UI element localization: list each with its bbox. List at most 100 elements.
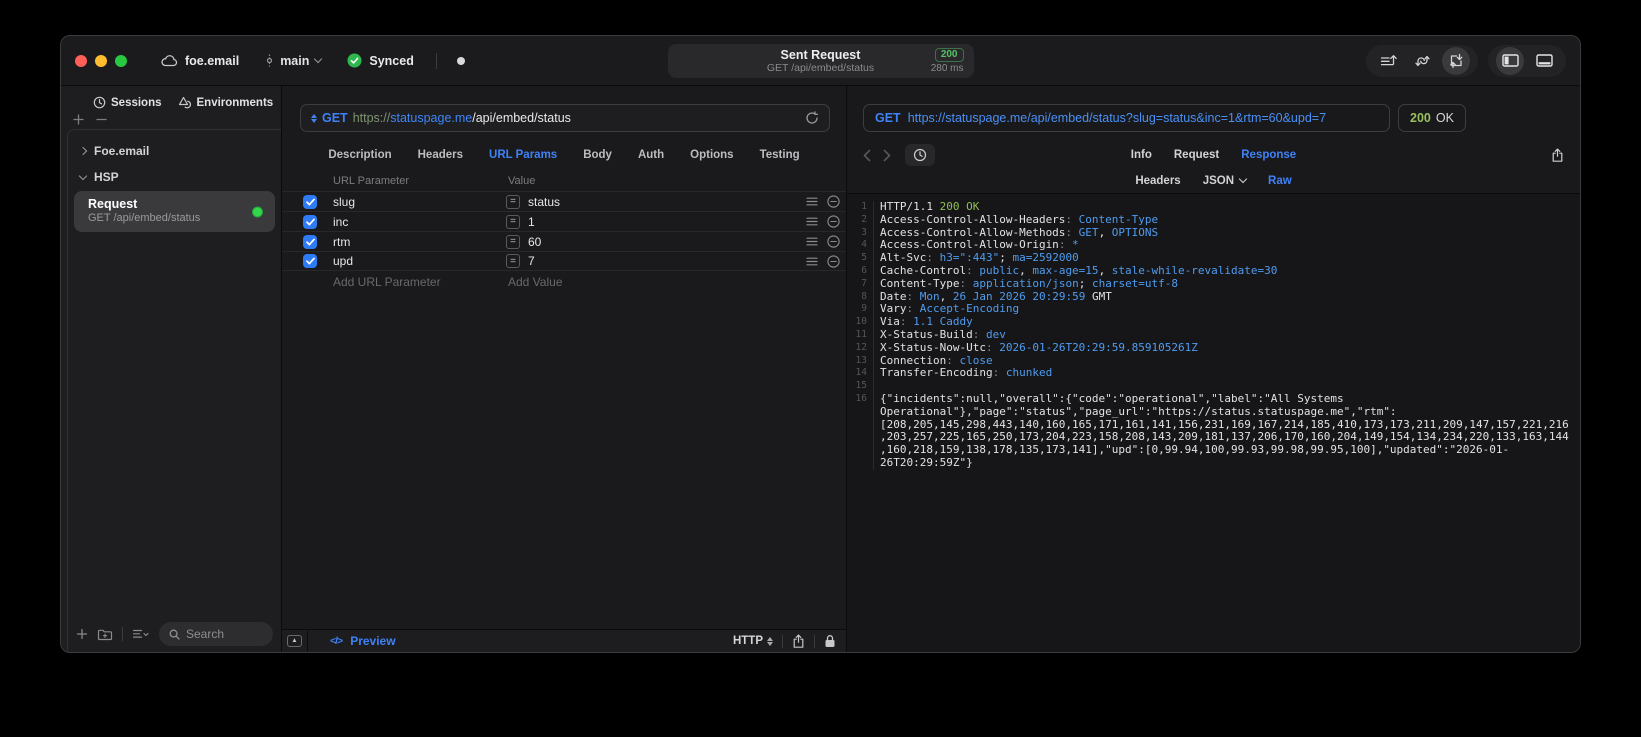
response-history-button[interactable] (905, 144, 935, 166)
import-loop-icon (1448, 53, 1464, 69)
sidebar-request-item-selected[interactable]: Request GET /api/embed/status (74, 191, 275, 232)
param-row[interactable]: slug = status (282, 191, 846, 211)
footer-divider (814, 634, 815, 648)
param-name[interactable]: inc (333, 215, 506, 229)
add-value-placeholder[interactable]: Add Value (508, 275, 563, 289)
import-export-button[interactable] (1442, 46, 1470, 75)
param-name[interactable]: upd (333, 254, 506, 268)
sidebar-bottom-divider (122, 627, 123, 641)
tab-url-params[interactable]: URL Params (489, 149, 557, 161)
code-line: 16 {"incidents":null,"overall":{"code":"o… (847, 392, 1580, 470)
reorder-handle-icon[interactable] (806, 257, 818, 266)
protocol-stepper-icon (767, 636, 773, 646)
response-body-viewer[interactable]: 1 HTTP/1.1 200 OK 2 Access-Control-Allow-He… (847, 193, 1580, 652)
sync-swap-button[interactable] (1408, 47, 1436, 75)
zoom-window-button[interactable] (115, 54, 127, 67)
tab-body[interactable]: Body (583, 149, 612, 161)
param-value[interactable]: 7 (528, 254, 535, 268)
tab-request[interactable]: Request (1174, 149, 1219, 161)
param-enabled-checkbox[interactable] (303, 254, 317, 268)
param-enabled-checkbox[interactable] (303, 194, 317, 209)
tab-sessions[interactable]: Sessions (93, 96, 162, 109)
tree-group-foe-email[interactable]: Foe.email (68, 138, 281, 164)
remove-param-button[interactable] (827, 254, 840, 268)
lock-icon[interactable] (824, 634, 836, 648)
search-input[interactable]: Search (159, 622, 273, 646)
tab-options[interactable]: Options (690, 149, 733, 161)
preview-button[interactable]: </> Preview (330, 634, 396, 648)
send-lines-up-arrow-icon (1380, 54, 1397, 68)
tab-json[interactable]: JSON (1203, 174, 1248, 187)
remove-param-button[interactable] (827, 215, 840, 228)
sync-status[interactable]: Synced (347, 53, 414, 68)
add-param-row[interactable]: Add URL Parameter Add Value (282, 271, 846, 293)
send-request-button[interactable] (1374, 47, 1402, 75)
toggle-bottom-panel-button[interactable] (1530, 47, 1558, 75)
sort-options-button[interactable] (132, 628, 150, 640)
param-enabled-checkbox[interactable] (303, 234, 317, 249)
reorder-handle-icon[interactable] (806, 217, 818, 226)
param-value-cell: = 60 (506, 234, 806, 249)
param-row[interactable]: inc = 1 (282, 211, 846, 231)
column-url-parameter: URL Parameter (333, 175, 410, 187)
response-status-box: 200 OK (1398, 104, 1466, 132)
tree-group-hsp[interactable]: HSP (68, 164, 281, 190)
project-selector[interactable]: foe.email (161, 54, 239, 68)
code-line-content: Vary: Accept-Encoding (880, 302, 1020, 316)
add-session-button[interactable] (73, 114, 84, 127)
branch-selector[interactable]: main (265, 54, 323, 68)
request-item-name: Request (88, 197, 138, 211)
param-value[interactable]: 60 (528, 235, 541, 249)
tab-headers[interactable]: Headers (1135, 175, 1180, 187)
add-url-parameter-placeholder[interactable]: Add URL Parameter (333, 275, 506, 289)
param-name[interactable]: slug (333, 195, 506, 209)
toggle-left-sidebar-button[interactable] (1496, 46, 1524, 75)
add-item-button[interactable] (76, 628, 88, 640)
param-value[interactable]: status (528, 195, 560, 209)
reorder-handle-icon[interactable] (806, 197, 818, 206)
sidebar-add-remove (61, 111, 281, 127)
app-window: foe.email main Synced Sent Request GET /… (60, 35, 1581, 653)
expand-panel-button[interactable]: ▲ (282, 630, 308, 652)
tab-auth[interactable]: Auth (638, 149, 664, 161)
tab-environments[interactable]: Environments (178, 96, 273, 109)
export-response-button[interactable] (1551, 148, 1564, 163)
remove-param-button[interactable] (827, 235, 840, 248)
remove-session-button[interactable] (96, 114, 107, 127)
resend-request-button[interactable] (805, 111, 819, 125)
request-url-bar[interactable]: GET https://statuspage.me/api/embed/stat… (300, 104, 830, 132)
method-stepper-icon[interactable] (311, 113, 317, 123)
request-actions-group (1366, 44, 1478, 77)
param-name[interactable]: rtm (333, 235, 506, 249)
minimize-window-button[interactable] (95, 54, 107, 67)
previous-response-button[interactable] (863, 149, 871, 162)
tab-response[interactable]: Response (1241, 149, 1296, 161)
next-response-button[interactable] (883, 149, 891, 162)
remove-param-button[interactable] (827, 195, 840, 208)
param-row[interactable]: upd = 7 (282, 251, 846, 271)
environments-shapes-icon (178, 96, 192, 109)
protocol-selector[interactable]: HTTP (733, 635, 773, 647)
tab-raw[interactable]: Raw (1268, 175, 1292, 187)
sent-request-url-box[interactable]: GET https://statuspage.me/api/embed/stat… (863, 104, 1390, 132)
reorder-handle-icon[interactable] (806, 237, 818, 246)
close-window-button[interactable] (75, 54, 87, 67)
cloud-icon (161, 54, 178, 67)
param-row[interactable]: rtm = 60 (282, 231, 846, 251)
request-method[interactable]: GET (322, 111, 348, 125)
line-number: 2 (847, 213, 874, 227)
tab-headers[interactable]: Headers (418, 149, 463, 161)
new-folder-button[interactable] (97, 628, 113, 641)
tab-info[interactable]: Info (1131, 149, 1152, 161)
tab-description[interactable]: Description (328, 149, 391, 161)
tab-testing[interactable]: Testing (760, 149, 800, 161)
param-value[interactable]: 1 (528, 215, 535, 229)
share-button[interactable] (792, 634, 805, 649)
param-enabled-checkbox[interactable] (303, 214, 317, 229)
request-status-title: Sent Request (780, 47, 861, 62)
request-status-pill[interactable]: Sent Request GET /api/embed/status 200 2… (667, 43, 974, 78)
request-url[interactable]: https://statuspage.me/api/embed/status (353, 111, 571, 125)
response-status-code: 200 (1410, 111, 1431, 125)
param-row-actions (806, 215, 846, 228)
branch-icon (265, 54, 274, 67)
